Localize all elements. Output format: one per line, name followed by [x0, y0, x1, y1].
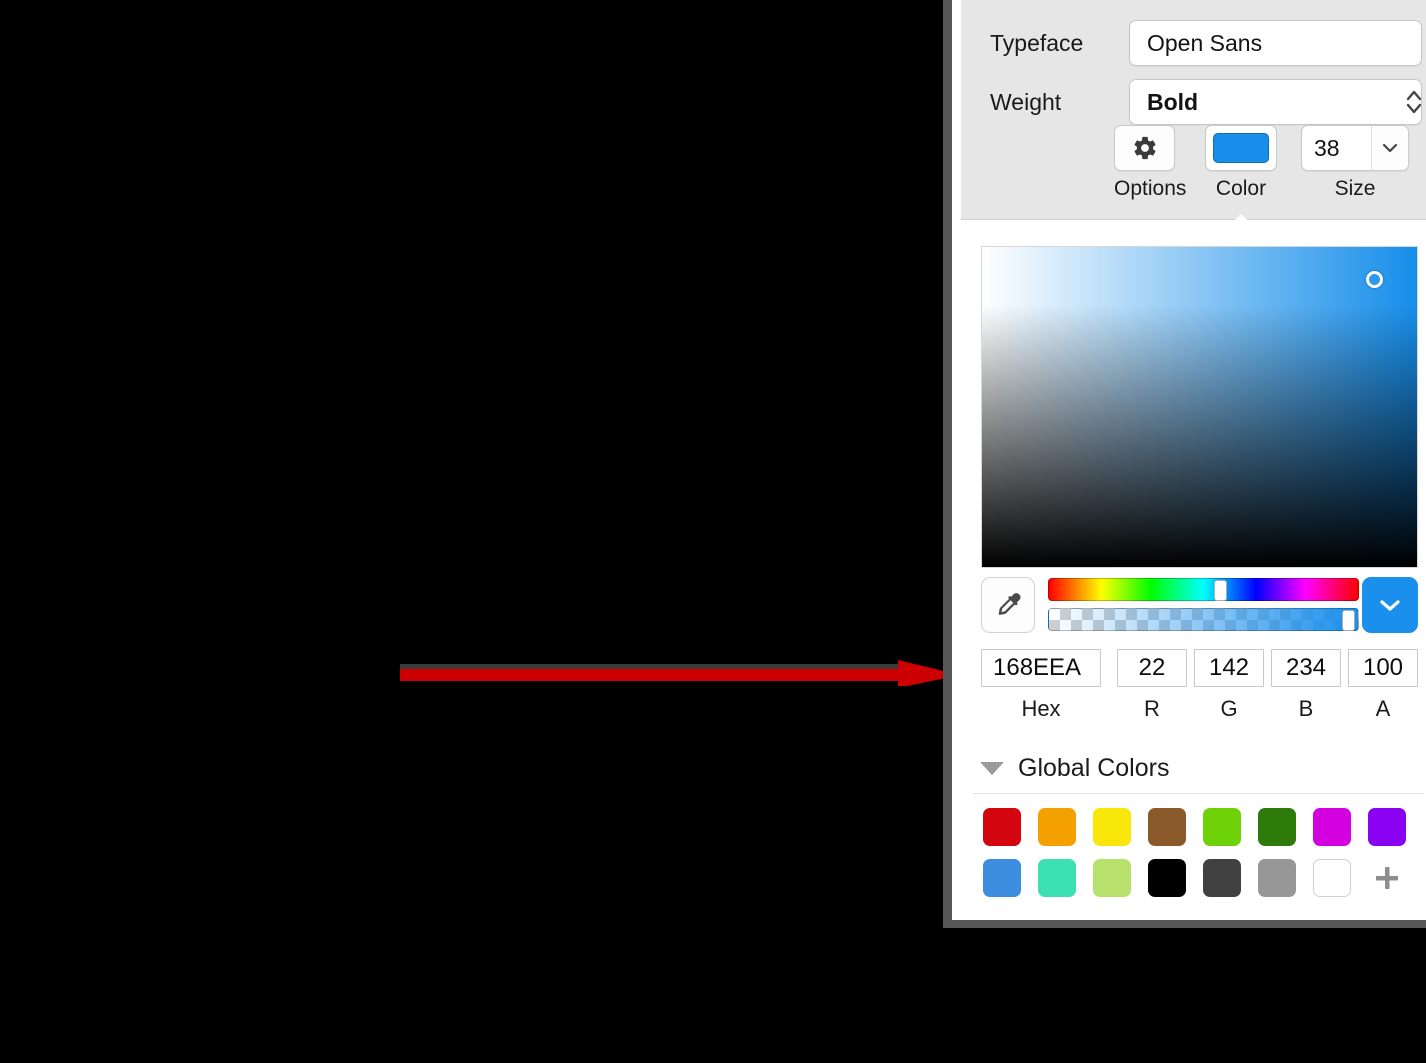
blue-field[interactable]: 234	[1271, 649, 1341, 687]
swatch-turquoise[interactable]	[1037, 859, 1076, 897]
size-value[interactable]: 38	[1302, 126, 1374, 170]
swatch-white[interactable]	[1312, 859, 1351, 897]
typeface-toolbar: Typeface Open Sans Weight Bold Options C…	[961, 0, 1426, 231]
chevron-down-icon	[1382, 143, 1398, 153]
swatch-orange[interactable]	[1038, 808, 1076, 846]
gear-icon	[1133, 136, 1156, 160]
color-button-group[interactable]: Color	[1205, 125, 1277, 231]
blue-caption: B	[1298, 696, 1314, 721]
divider	[973, 793, 1423, 794]
font-color-panel: Typeface Open Sans Weight Bold Options C…	[943, 0, 1426, 928]
weight-label: Weight	[990, 89, 1062, 115]
red-field-group[interactable]: 22 R	[1117, 649, 1187, 722]
alpha-caption: A	[1375, 696, 1391, 721]
alpha-slider-knob[interactable]	[1341, 610, 1355, 631]
blue-field-group[interactable]: 234 B	[1271, 649, 1341, 722]
color-picker-popover: 168EEA Hex 22 R 142 G 234 B 100 A Global	[961, 221, 1426, 920]
typeface-row: Typeface Open Sans	[961, 20, 1426, 66]
sliders-row	[981, 577, 1418, 637]
alpha-field-group[interactable]: 100 A	[1348, 649, 1418, 722]
red-pointer-arrow	[400, 660, 960, 686]
swatch-black[interactable]	[1147, 859, 1186, 897]
swatch-row	[983, 859, 1423, 897]
global-colors-grid	[983, 808, 1423, 910]
swatch-blue[interactable]	[983, 859, 1021, 897]
weight-input[interactable]: Bold	[1129, 79, 1422, 125]
eyedropper-button[interactable]	[981, 577, 1035, 633]
color-caption: Color	[1215, 177, 1267, 200]
slider-stack	[1048, 578, 1359, 634]
swatch-light-green[interactable]	[1203, 808, 1241, 846]
plus-icon	[1375, 867, 1398, 889]
hue-slider-knob[interactable]	[1214, 580, 1228, 601]
size-caption: Size	[1334, 177, 1376, 200]
saturation-brightness-field[interactable]	[981, 246, 1418, 568]
swatch-brown[interactable]	[1148, 808, 1186, 846]
up-down-chevron-icon[interactable]	[1405, 87, 1423, 117]
triangle-down-icon[interactable]	[980, 762, 1004, 775]
typeface-input[interactable]: Open Sans	[1129, 20, 1422, 66]
size-dropdown-button[interactable]	[1371, 126, 1408, 170]
alpha-field[interactable]: 100	[1348, 649, 1418, 687]
green-field-group[interactable]: 142 G	[1194, 649, 1264, 722]
weight-row: Weight Bold	[961, 79, 1426, 125]
swatch-dark-gray[interactable]	[1202, 859, 1241, 897]
gradient-handle[interactable]	[1365, 270, 1383, 288]
alpha-slider[interactable]	[1048, 608, 1359, 631]
swatch-red[interactable]	[983, 808, 1021, 846]
color-values-row: 168EEA Hex 22 R 142 G 234 B 100 A	[981, 649, 1418, 721]
chevron-down-icon	[1380, 600, 1400, 611]
swatch-gray[interactable]	[1257, 859, 1296, 897]
size-stepper[interactable]: 38	[1301, 125, 1409, 171]
color-button[interactable]	[1205, 125, 1277, 171]
red-field[interactable]: 22	[1117, 649, 1187, 687]
color-mode-dropdown-button[interactable]	[1362, 577, 1418, 633]
toolbar-buttons-row: Options Color 38 Size	[961, 125, 1426, 231]
global-colors-header[interactable]: Global Colors	[973, 746, 1423, 791]
size-button-group[interactable]: 38 Size	[1301, 125, 1409, 201]
add-swatch-button[interactable]	[1368, 859, 1406, 897]
swatch-violet[interactable]	[1368, 808, 1406, 846]
red-caption: R	[1144, 696, 1160, 721]
swatch-yellow[interactable]	[1093, 808, 1131, 846]
swatch-pale-green[interactable]	[1092, 859, 1131, 897]
hue-slider[interactable]	[1048, 578, 1359, 601]
global-colors-title: Global Colors	[1018, 754, 1170, 782]
eyedropper-icon	[998, 593, 1021, 615]
green-field[interactable]: 142	[1194, 649, 1264, 687]
swatch-magenta[interactable]	[1313, 808, 1351, 846]
swatch-dark-green[interactable]	[1258, 808, 1296, 846]
options-button[interactable]	[1114, 125, 1175, 171]
green-caption: G	[1220, 696, 1238, 721]
typeface-label: Typeface	[990, 30, 1084, 56]
options-caption: Options	[1114, 177, 1187, 200]
swatch-row	[983, 808, 1423, 846]
hex-field-group[interactable]: 168EEA Hex	[981, 649, 1101, 722]
color-swatch[interactable]	[1213, 133, 1269, 163]
options-button-group[interactable]: Options	[1114, 125, 1186, 201]
hex-caption: Hex	[1021, 696, 1061, 721]
hex-field[interactable]: 168EEA	[981, 649, 1101, 687]
